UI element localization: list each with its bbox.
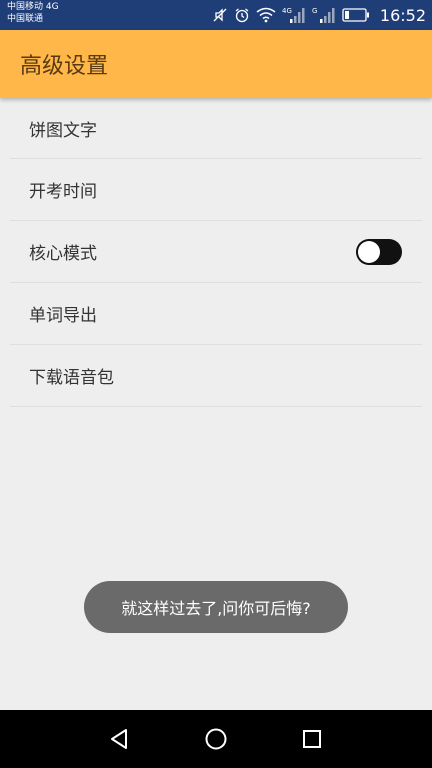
- clock-time: 16:52: [379, 5, 426, 25]
- setting-word-export[interactable]: 单词导出: [10, 283, 422, 345]
- toggle-knob: [358, 240, 380, 263]
- wifi-icon: [256, 7, 276, 23]
- setting-label: 开考时间: [29, 182, 97, 202]
- navigation-bar: [0, 710, 432, 768]
- signal-g-icon: G: [312, 6, 336, 24]
- setting-label: 单词导出: [29, 306, 97, 326]
- app-bar: 高级设置: [0, 30, 432, 98]
- signal-4g-icon: 4G: [282, 6, 306, 24]
- settings-list: 饼图文字 开考时间 核心模式 单词导出 下载语音包: [10, 98, 422, 407]
- setting-pie-chart-text[interactable]: 饼图文字: [10, 98, 422, 159]
- battery-icon: [342, 8, 370, 22]
- signal-4g-label: 4G: [282, 7, 292, 15]
- setting-download-voice-pack[interactable]: 下载语音包: [10, 345, 422, 407]
- carrier-1: 中国移动 4G: [7, 2, 59, 12]
- setting-core-mode[interactable]: 核心模式: [10, 221, 422, 283]
- signal-g-label: G: [312, 7, 317, 15]
- carrier-info: 中国移动 4G 中国联通: [7, 1, 59, 25]
- setting-label: 核心模式: [29, 244, 97, 264]
- back-icon[interactable]: [103, 722, 137, 756]
- toast-message: 就这样过去了,问你可后悔?: [84, 581, 348, 633]
- setting-exam-start-time[interactable]: 开考时间: [10, 159, 422, 221]
- alarm-icon: [234, 7, 250, 23]
- core-mode-toggle[interactable]: [356, 238, 402, 265]
- status-icons: 4G G 16:52: [212, 0, 432, 30]
- recents-icon[interactable]: [295, 722, 329, 756]
- home-icon[interactable]: [199, 722, 233, 756]
- toast-text: 就这样过去了,问你可后悔?: [121, 599, 311, 618]
- carrier-2: 中国联通: [7, 14, 44, 24]
- setting-label: 饼图文字: [29, 120, 97, 141]
- mute-icon: [212, 7, 228, 23]
- setting-label: 下载语音包: [29, 368, 114, 388]
- page-title: 高级设置: [20, 54, 109, 79]
- status-bar: 中国移动 4G 中国联通 4G G 16:52: [0, 0, 432, 30]
